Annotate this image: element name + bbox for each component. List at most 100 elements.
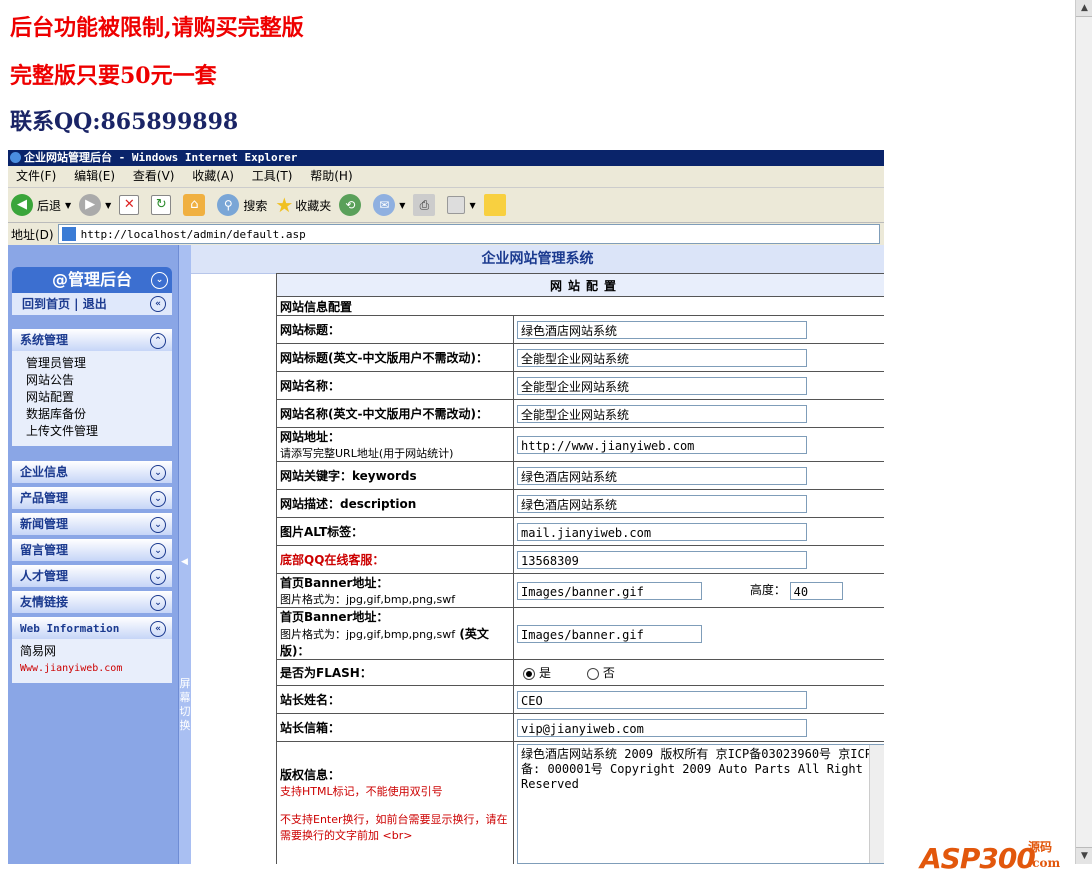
favorites-button[interactable]: ★ 收藏夹 (275, 193, 331, 217)
forward-arrow-icon: ▶ (79, 194, 102, 216)
edit-dropdown-icon[interactable]: ▼ (469, 201, 475, 210)
banner-en-input[interactable]: Images/banner.gif (517, 624, 702, 643)
copyright-textarea[interactable]: 绿色酒店网站系统 2009 版权所有 京ICP备03023960号 京ICP备:… (517, 744, 884, 864)
refresh-button[interactable]: ↻ (151, 195, 175, 215)
search-icon: ⚲ (217, 194, 240, 216)
sidebar-section-links[interactable]: 友情链接 ⌄ (12, 591, 172, 613)
section-label: 留言管理 (20, 543, 69, 557)
sidebar-home-logout[interactable]: 回到首页 | 退出 « (12, 293, 172, 315)
edit-button[interactable]: ▼ (447, 196, 476, 214)
sidebar-section-news[interactable]: 新闻管理 ⌄ (12, 513, 172, 535)
menu-bar: 文件(F) 编辑(E) 查看(V) 收藏(A) 工具(T) 帮助(H) (8, 166, 884, 188)
chevron-double-down-icon[interactable]: ⌄ (151, 272, 168, 289)
site-url-note: 请添写完整URL地址(用于网站统计) (280, 447, 454, 460)
sidebar-item-config[interactable]: 网站配置 (26, 389, 172, 406)
chevron-double-down-icon[interactable]: ⌄ (150, 491, 166, 507)
forward-button[interactable]: ▶ ▼ (79, 194, 111, 216)
site-title-en-input[interactable]: 全能型企业网站系统 (517, 348, 807, 367)
address-bar: 地址(D) http://localhost/admin/default.asp (8, 223, 884, 246)
banner-height-input[interactable]: 40 (789, 581, 843, 600)
banner-input[interactable]: Images/banner.gif (517, 581, 702, 600)
banner-height-label: 高度： (749, 583, 786, 598)
stop-button[interactable]: ✕ (119, 195, 143, 215)
watermark-brand: ASP300 (920, 842, 1036, 875)
sidebar-item-upload[interactable]: 上传文件管理 (26, 423, 172, 440)
chevron-double-up-icon[interactable]: ⌃ (150, 333, 166, 349)
chevron-double-left-icon[interactable]: « (150, 296, 166, 312)
chevron-double-down-icon[interactable]: ⌄ (150, 465, 166, 481)
sidebar-item-admin[interactable]: 管理员管理 (26, 355, 172, 372)
panel-system-body: 管理员管理 网站公告 网站配置 数据库备份 上传文件管理 (12, 351, 172, 446)
keywords-input[interactable]: 绿色酒店网站系统 (517, 466, 807, 485)
flash-no-option[interactable]: 否 (586, 666, 615, 680)
menu-view[interactable]: 查看(V) (133, 169, 175, 183)
menu-favorites[interactable]: 收藏(A) (192, 169, 234, 183)
panel-system: 系统管理 ⌃ 管理员管理 网站公告 网站配置 数据库备份 上传文件管理 (12, 329, 172, 446)
search-button[interactable]: ⚲ 搜索 (217, 194, 267, 216)
splitter-label[interactable]: 屏幕切换 (179, 677, 191, 733)
chevron-double-down-icon[interactable]: ⌄ (150, 569, 166, 585)
sidebar-section-company[interactable]: 企业信息 ⌄ (12, 461, 172, 483)
panel-system-header[interactable]: 系统管理 ⌃ (12, 329, 172, 351)
mail-icon: ✉ (373, 194, 396, 216)
back-dropdown-icon[interactable]: ▼ (65, 201, 71, 210)
scroll-down-icon[interactable]: ▼ (1076, 847, 1092, 864)
radio-unchecked-icon[interactable] (586, 667, 599, 680)
img-alt-input[interactable]: mail.jianyiweb.com (517, 522, 807, 541)
table-row: 版权信息： 支持HTML标记，不能使用双引号 不支持Enter换行，如前台需要显… (276, 741, 884, 864)
site-title-input[interactable]: 绿色酒店网站系统 (517, 320, 807, 339)
sidebar-section-products[interactable]: 产品管理 ⌄ (12, 487, 172, 509)
menu-edit[interactable]: 编辑(E) (74, 169, 115, 183)
web-info-url[interactable]: Www.jianyiweb.com (20, 660, 172, 677)
page-scrollbar[interactable]: ▲ ▼ (1075, 0, 1092, 864)
history-button[interactable]: ⟲ (339, 194, 365, 216)
copyright-text: 绿色酒店网站系统 2009 版权所有 京ICP备03023960号 京ICP备:… (521, 747, 872, 791)
notes-button[interactable] (483, 194, 510, 216)
mail-button[interactable]: ✉ ▼ (373, 194, 405, 216)
chevron-double-down-icon[interactable]: ⌄ (150, 595, 166, 611)
owner-email-input[interactable]: vip@jianyiweb.com (517, 718, 807, 737)
sidebar-item-notice[interactable]: 网站公告 (26, 372, 172, 389)
textarea-scrollbar[interactable] (869, 745, 884, 863)
back-button[interactable]: ◀ 后退 ▼ (11, 194, 71, 216)
description-input[interactable]: 绿色酒店网站系统 (517, 494, 807, 513)
chevron-double-down-icon[interactable]: ⌄ (150, 543, 166, 559)
flash-yes-option[interactable]: 是 (523, 666, 551, 680)
field-label: 网站地址： 请添写完整URL地址(用于网站统计) (276, 427, 514, 462)
forward-dropdown-icon[interactable]: ▼ (105, 201, 111, 210)
qq-service-input[interactable]: 13568309 (517, 550, 807, 569)
panel-web-info-header[interactable]: Web Information « (12, 617, 172, 639)
address-input[interactable]: http://localhost/admin/default.asp (57, 224, 880, 244)
chevron-double-left-icon[interactable]: « (150, 621, 166, 637)
sidebar-item-backup[interactable]: 数据库备份 (26, 406, 172, 423)
field-label: 网站标题： (276, 315, 514, 344)
site-name-input[interactable]: 全能型企业网站系统 (517, 376, 807, 395)
scroll-up-icon[interactable]: ▲ (1076, 0, 1092, 17)
copyright-label: 版权信息： (280, 768, 341, 782)
home-button[interactable]: ⌂ (183, 194, 209, 216)
page-title: 企业网站管理系统 (191, 245, 884, 274)
field-label: 网站名称(英文-中文版用户不需改动)： (276, 399, 514, 428)
site-url-input[interactable]: http://www.jianyiweb.com (517, 435, 807, 454)
collapse-arrow-icon[interactable]: ◀ (181, 557, 188, 567)
sidebar-section-messages[interactable]: 留言管理 ⌄ (12, 539, 172, 561)
print-icon: ⎙ (413, 194, 436, 216)
config-table: 网站配置 网站信息配置 网站标题： 绿色酒店网站系统 网站标题(英文-中文版用户… (276, 273, 884, 864)
print-button[interactable]: ⎙ (413, 194, 439, 216)
menu-help[interactable]: 帮助(H) (310, 169, 352, 183)
radio-checked-icon[interactable] (523, 667, 535, 680)
owner-name-input[interactable]: CEO (517, 690, 807, 709)
frame-splitter[interactable]: ◀ 屏幕切换 (178, 245, 191, 864)
table-row: 网站名称(英文-中文版用户不需改动)： 全能型企业网站系统 (276, 399, 884, 428)
site-name-en-input[interactable]: 全能型企业网站系统 (517, 404, 807, 423)
mail-dropdown-icon[interactable]: ▼ (399, 201, 405, 210)
field-label: 站长信箱： (276, 713, 514, 742)
menu-tools[interactable]: 工具(T) (252, 169, 293, 183)
banner-label: 首页Banner地址： (280, 576, 389, 590)
sidebar-section-talent[interactable]: 人才管理 ⌄ (12, 565, 172, 587)
ie-icon (10, 152, 21, 163)
notice-price: 完整版只要50元一套 (10, 63, 217, 89)
home-logout-links[interactable]: 回到首页 | 退出 (22, 297, 107, 311)
chevron-double-down-icon[interactable]: ⌄ (150, 517, 166, 533)
menu-file[interactable]: 文件(F) (16, 169, 56, 183)
